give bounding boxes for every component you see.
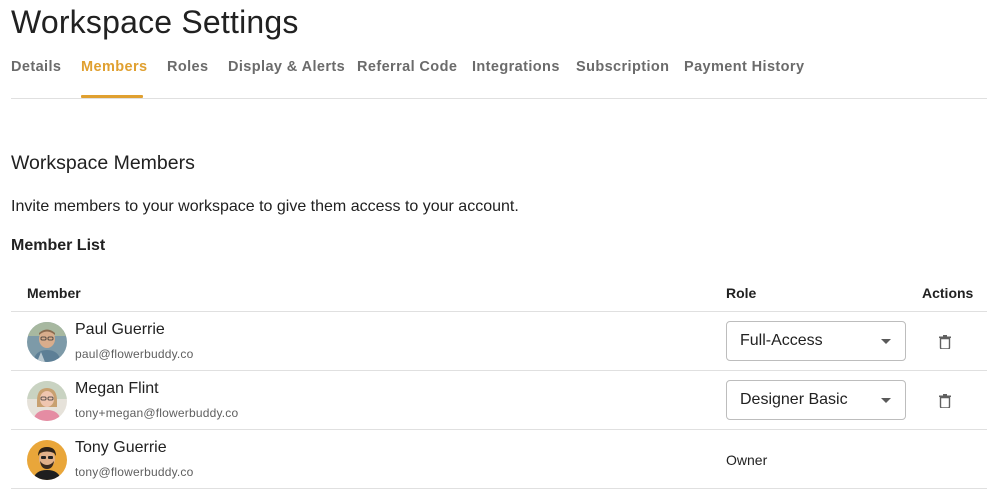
member-email: tony@flowerbuddy.co xyxy=(75,465,194,479)
delete-member-button[interactable] xyxy=(935,331,955,353)
table-header: Member Role Actions xyxy=(11,274,987,312)
column-header-member: Member xyxy=(27,285,81,301)
trash-icon xyxy=(939,394,951,408)
table-row: Megan Flint tony+megan@flowerbuddy.co De… xyxy=(11,371,987,430)
caret-down-icon xyxy=(881,339,891,344)
active-tab-indicator xyxy=(81,95,143,98)
caret-down-icon xyxy=(881,398,891,403)
tab-payment-history[interactable]: Payment History xyxy=(684,59,804,75)
avatar xyxy=(27,440,67,480)
tab-integrations[interactable]: Integrations xyxy=(472,59,560,75)
role-owner-label: Owner xyxy=(726,452,768,468)
avatar xyxy=(27,322,67,362)
member-name: Paul Guerrie xyxy=(75,321,165,338)
section-description: Invite members to your workspace to give… xyxy=(11,198,519,215)
member-list-title: Member List xyxy=(11,237,106,254)
column-header-actions: Actions xyxy=(922,285,974,301)
tab-members[interactable]: Members xyxy=(81,59,147,75)
member-table: Member Role Actions Paul Guerrie paul@fl… xyxy=(11,274,987,489)
member-email: tony+megan@flowerbuddy.co xyxy=(75,406,239,420)
role-select-value: Designer Basic xyxy=(740,391,848,408)
role-select-value: Full-Access xyxy=(740,332,823,349)
member-name: Megan Flint xyxy=(75,380,159,397)
page-title: Workspace Settings xyxy=(11,4,299,40)
tab-referral-code[interactable]: Referral Code xyxy=(357,59,457,75)
trash-icon xyxy=(939,335,951,349)
tab-roles[interactable]: Roles xyxy=(167,59,209,75)
member-name: Tony Guerrie xyxy=(75,439,167,456)
section-title: Workspace Members xyxy=(11,152,195,174)
avatar xyxy=(27,381,67,421)
tab-display-alerts[interactable]: Display & Alerts xyxy=(228,59,345,75)
table-row: Tony Guerrie tony@flowerbuddy.co Owner xyxy=(11,430,987,489)
member-email: paul@flowerbuddy.co xyxy=(75,347,194,361)
role-select[interactable]: Designer Basic xyxy=(726,380,906,420)
role-select[interactable]: Full-Access xyxy=(726,321,906,361)
delete-member-button[interactable] xyxy=(935,390,955,412)
column-header-role: Role xyxy=(726,285,757,301)
tab-details[interactable]: Details xyxy=(11,59,61,75)
tab-subscription[interactable]: Subscription xyxy=(576,59,669,75)
table-row: Paul Guerrie paul@flowerbuddy.co Full-Ac… xyxy=(11,312,987,371)
settings-tabs: Details Members Roles Display & Alerts R… xyxy=(11,48,987,99)
